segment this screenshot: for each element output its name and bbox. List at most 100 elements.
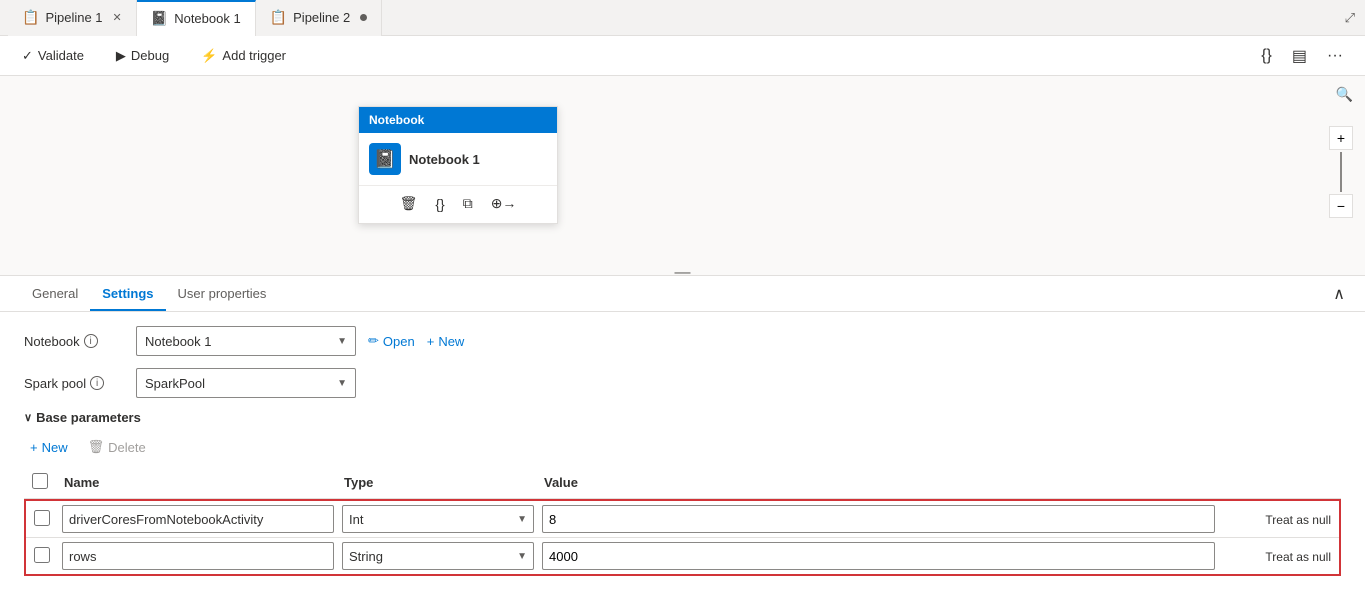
copy-node-button[interactable]: ⧉	[460, 192, 476, 215]
row2-value-input[interactable]	[542, 542, 1215, 570]
row1-type-cell: Int ▼	[338, 501, 538, 538]
highlighted-params-container: Int ▼ Treat as null	[24, 499, 1341, 576]
template-button[interactable]: ▤	[1286, 42, 1313, 70]
spark-pool-row: Spark pool i SparkPool ▼	[24, 368, 1341, 398]
open-icon: ✏	[368, 333, 379, 349]
zoom-in-button[interactable]: +	[1329, 126, 1353, 150]
row2-name-input[interactable]	[62, 542, 334, 570]
row1-name-cell	[58, 501, 338, 538]
debug-button[interactable]: ▶ Debug	[110, 44, 175, 68]
notebook-icon: 📓	[151, 10, 168, 27]
col-header-checkbox	[24, 467, 56, 499]
debug-label: Debug	[131, 48, 169, 63]
validate-button[interactable]: ✓ Validate	[16, 44, 90, 68]
col-header-type: Type	[336, 467, 536, 499]
row1-null-cell: Treat as null	[1219, 501, 1339, 538]
row2-type-select[interactable]: String ▼	[342, 542, 534, 570]
row2-checkbox[interactable]	[34, 547, 50, 563]
notebook-info-icon[interactable]: i	[84, 334, 98, 348]
expand-icon[interactable]: ⤢	[1345, 10, 1355, 26]
zoom-divider	[1340, 152, 1342, 192]
notebook-select[interactable]: Notebook 1 ▼	[136, 326, 356, 356]
node-icon: 📓	[374, 149, 396, 170]
tab-pipeline2-label: Pipeline 2	[293, 10, 350, 25]
spark-pool-select[interactable]: SparkPool ▼	[136, 368, 356, 398]
add-trigger-button[interactable]: ⚡ Add trigger	[195, 44, 292, 68]
delete-param-icon: 🗑	[88, 439, 105, 455]
tab-general[interactable]: General	[20, 278, 90, 311]
row1-name-input[interactable]	[62, 505, 334, 533]
debug-icon: ▶	[116, 48, 126, 64]
delete-node-button[interactable]: 🗑	[397, 192, 421, 215]
row1-type-value: Int	[349, 512, 363, 527]
notebook-label: Notebook i	[24, 334, 124, 349]
row2-value-cell	[538, 538, 1219, 575]
spark-pool-label: Spark pool i	[24, 376, 124, 391]
row1-value-input[interactable]	[542, 505, 1215, 533]
table-row: Int ▼ Treat as null	[26, 501, 1339, 538]
properties-panel: General Settings User properties ∧ Noteb…	[0, 276, 1365, 592]
zoom-out-button[interactable]: −	[1329, 194, 1353, 218]
new-label: New	[438, 334, 464, 349]
row2-checkbox-cell	[26, 538, 58, 575]
col-header-value: Value	[536, 467, 1221, 499]
row1-type-chevron-icon: ▼	[517, 514, 527, 525]
toolbar-right: {} ▤ ···	[1255, 42, 1349, 70]
node-tooltip-body: 📓 Notebook 1	[359, 133, 557, 185]
tab-general-label: General	[32, 286, 78, 301]
canvas-area: Notebook 📓 Notebook 1 🗑 {} ⧉ ⊕→ 📓 Notebo…	[0, 76, 1365, 276]
settings-content: Notebook i Notebook 1 ▼ ✏ Open + New Spa…	[0, 312, 1365, 590]
unsaved-dot	[360, 14, 367, 21]
tab-notebook1[interactable]: 📓 Notebook 1	[137, 0, 256, 36]
validate-icon: ✓	[22, 48, 33, 64]
col-header-name: Name	[56, 467, 336, 499]
tab-pipeline1[interactable]: 📋 Pipeline 1 ✕	[8, 0, 137, 36]
tab-user-properties[interactable]: User properties	[166, 278, 279, 311]
base-params-label: Base parameters	[36, 410, 141, 425]
tab-pipeline1-label: Pipeline 1	[45, 10, 102, 25]
delete-param-button[interactable]: 🗑 Delete	[82, 435, 152, 459]
spark-pool-info-icon[interactable]: i	[90, 376, 104, 390]
node-tooltip: Notebook 📓 Notebook 1 🗑 {} ⧉ ⊕→	[358, 106, 558, 224]
param-toolbar: + New 🗑 Delete	[24, 435, 1341, 459]
code-button[interactable]: {}	[1255, 43, 1278, 69]
row2-null-cell: Treat as null	[1219, 538, 1339, 575]
open-notebook-button[interactable]: ✏ Open	[368, 333, 415, 349]
node-tooltip-title: Notebook	[369, 113, 424, 127]
tab-settings[interactable]: Settings	[90, 278, 165, 311]
code-node-button[interactable]: {}	[432, 193, 447, 215]
tab-notebook1-label: Notebook 1	[174, 11, 241, 26]
tab-settings-label: Settings	[102, 286, 153, 301]
connect-node-button[interactable]: ⊕→	[488, 192, 520, 215]
close-icon[interactable]: ✕	[113, 11, 122, 24]
pipeline2-icon: 📋	[270, 9, 287, 26]
row1-treat-null[interactable]: Treat as null	[1265, 513, 1331, 527]
base-params-section[interactable]: ∨ Base parameters	[24, 410, 1341, 425]
params-header-row: Name Type Value	[24, 467, 1341, 499]
tab-bar-actions: ⤢	[1345, 10, 1365, 26]
notebook-select-value: Notebook 1	[145, 334, 212, 349]
search-button[interactable]: 🔍	[1336, 86, 1353, 103]
row1-type-select[interactable]: Int ▼	[342, 505, 534, 533]
zoom-controls: + −	[1329, 126, 1353, 218]
more-button[interactable]: ···	[1321, 43, 1349, 69]
pipeline-icon: 📋	[22, 9, 39, 26]
collapse-button[interactable]: ∧	[1333, 284, 1345, 304]
tab-pipeline2[interactable]: 📋 Pipeline 2	[256, 0, 383, 36]
spark-pool-value: SparkPool	[145, 376, 205, 391]
row2-treat-null[interactable]: Treat as null	[1265, 550, 1331, 564]
col-header-null	[1221, 467, 1341, 499]
notebook-node-icon: 📓	[369, 143, 401, 175]
new-param-button[interactable]: + New	[24, 436, 74, 459]
row1-checkbox[interactable]	[34, 510, 50, 526]
notebook-row: Notebook i Notebook 1 ▼ ✏ Open + New	[24, 326, 1341, 356]
node-tooltip-actions: 🗑 {} ⧉ ⊕→	[359, 185, 557, 223]
new-notebook-button[interactable]: + New	[427, 334, 465, 349]
params-table: Name Type Value	[24, 467, 1341, 499]
row1-value-cell	[538, 501, 1219, 538]
row2-type-value: String	[349, 549, 383, 564]
select-all-checkbox[interactable]	[32, 473, 48, 489]
prop-tabs: General Settings User properties ∧	[0, 276, 1365, 312]
open-label: Open	[383, 334, 415, 349]
new-param-label: New	[42, 440, 68, 455]
